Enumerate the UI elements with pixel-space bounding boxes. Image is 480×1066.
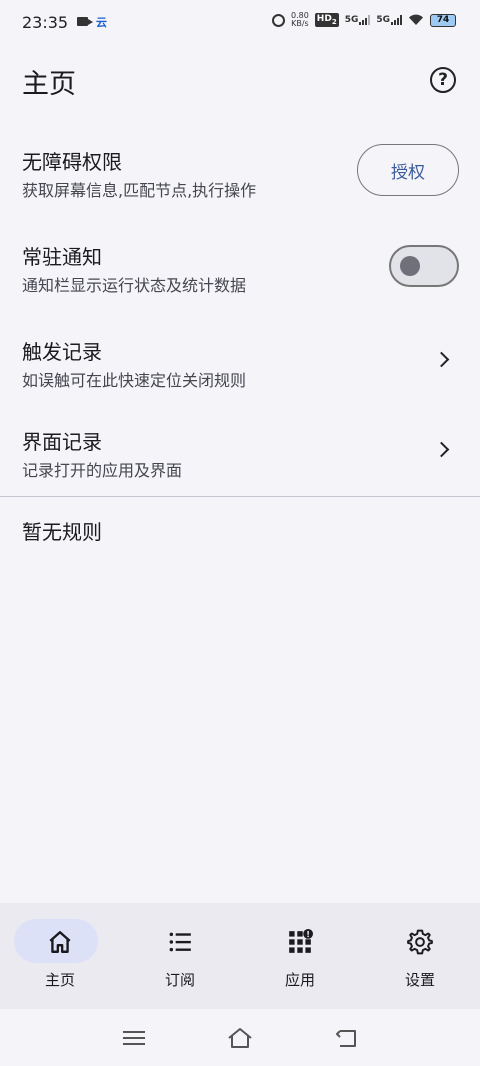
help-button[interactable]: ? [430,67,456,93]
signal-icon-1: 5G [345,15,371,25]
help-icon: ? [438,70,448,90]
home-icon [49,931,71,953]
apps-icon: ! [289,929,313,953]
chevron-right-icon [433,441,450,458]
nav-item-apps[interactable]: ! 应用 [240,903,360,1009]
nav-item-subscriptions[interactable]: 订阅 [120,903,240,1009]
camera-icon [77,17,93,26]
screen-records-title: 界面记录 [22,430,102,454]
hd-sub: 2 [331,17,337,26]
apps-badge: ! [306,930,309,939]
trigger-records-row[interactable]: 触发记录 如误触可在此快速定位关闭规则 [0,322,480,398]
notification-toggle[interactable] [389,245,459,287]
hd-icon: HD2 [314,13,339,27]
chevron-right-icon [433,351,450,368]
bottom-navigation: 主页 订阅 ! 应用 设置 [0,903,480,1009]
signal-label-2: 5G [376,15,390,25]
page-title: 主页 [22,69,76,100]
notification-subtitle: 通知栏显示运行状态及统计数据 [22,276,247,295]
nav-label-subscriptions: 订阅 [164,971,195,989]
wifi-icon [409,14,423,25]
hd-label: HD [316,14,332,25]
toggle-thumb [400,256,420,276]
status-indicators: 0.80 KB/s HD2 5G 5G 74 [271,12,456,28]
battery-icon: 74 [430,13,456,27]
nav-label-settings: 设置 [404,971,435,989]
accessibility-subtitle: 获取屏幕信息,匹配节点,执行操作 [22,181,257,200]
status-bar: 23:35 云 0.80 KB/s HD2 5G 5G 74 [0,0,480,46]
accessibility-title: 无障碍权限 [22,150,122,174]
list-icon [169,932,191,952]
gear-icon [407,929,433,955]
nav-item-settings[interactable]: 设置 [360,903,480,1009]
menu-icon[interactable] [121,1026,147,1050]
screen-records-subtitle: 记录打开的应用及界面 [22,461,183,480]
screen-records-row[interactable]: 界面记录 记录打开的应用及界面 [0,412,480,488]
section-divider [0,496,480,497]
signal-label-1: 5G [344,15,359,25]
authorize-button[interactable]: 授权 [357,144,459,196]
network-speed: 0.80 KB/s [291,12,309,28]
back-icon[interactable] [334,1026,360,1050]
app-notification-icon: 云 [96,16,107,29]
nav-item-home[interactable]: 主页 [0,903,120,1009]
alarm-icon [271,13,285,27]
empty-rules-text: 暂无规则 [22,520,102,544]
signal-icon-2: 5G [376,15,402,25]
home-nav-icon[interactable] [227,1026,253,1050]
trigger-records-title: 触发记录 [22,340,102,364]
system-navigation-bar [0,1009,480,1066]
network-speed-unit: KB/s [291,19,309,28]
notification-title: 常驻通知 [22,245,102,269]
nav-label-apps: 应用 [284,971,315,989]
status-time: 23:35 [22,13,69,32]
trigger-records-subtitle: 如误触可在此快速定位关闭规则 [22,371,247,390]
nav-label-home: 主页 [44,971,75,989]
